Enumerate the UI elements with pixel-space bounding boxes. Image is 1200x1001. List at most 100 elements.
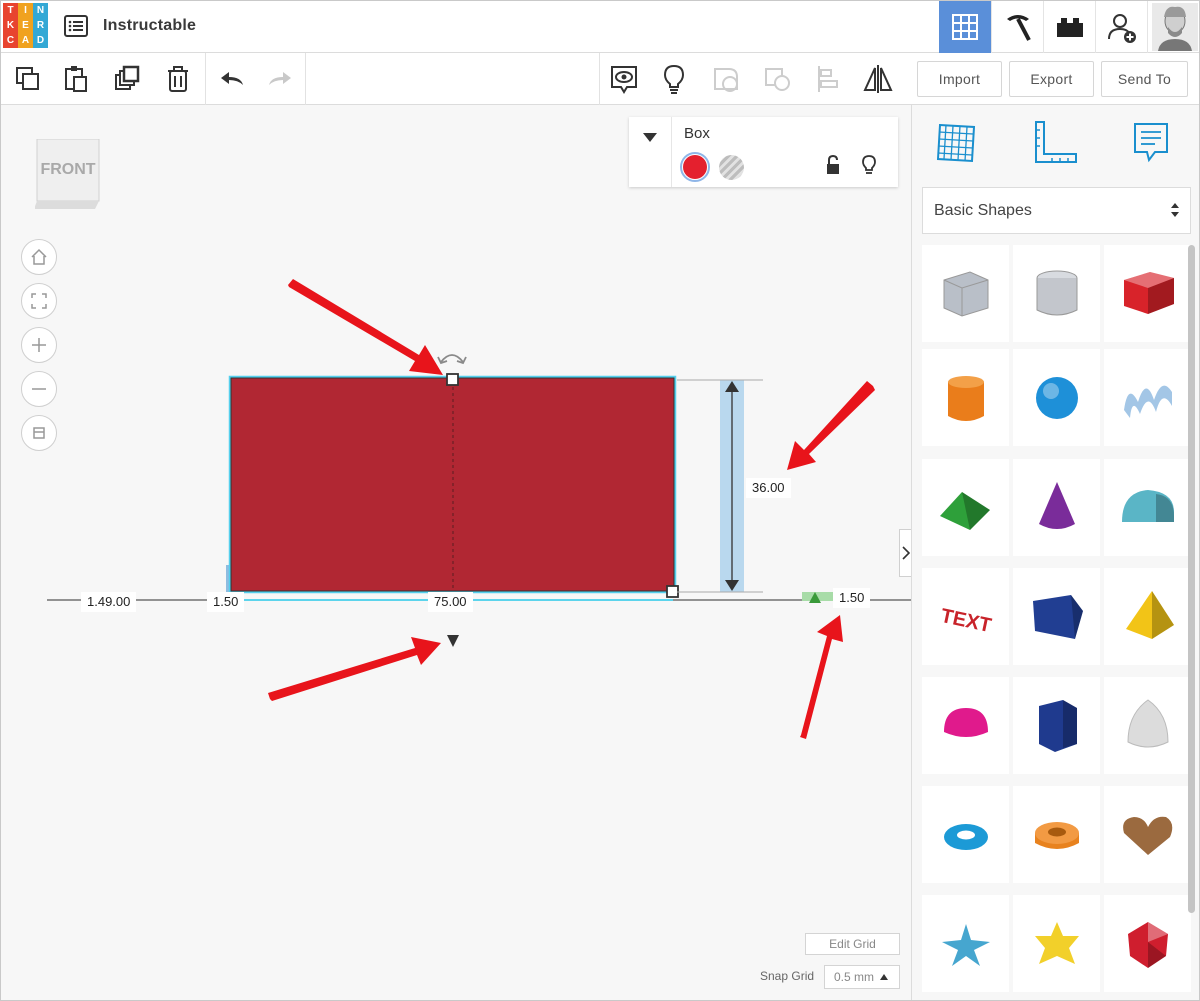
shape-category-value: Basic Shapes xyxy=(934,201,1032,219)
shape-tile-star[interactable] xyxy=(922,895,1009,992)
duplicate-button[interactable] xyxy=(103,53,153,105)
pickaxe-icon xyxy=(1006,15,1031,41)
move-down-marker xyxy=(447,635,459,647)
logo-letter: C xyxy=(3,33,18,48)
cylinder-hole-icon xyxy=(1036,270,1077,315)
grid-icon xyxy=(952,14,978,40)
shape-tile-star-six[interactable] xyxy=(1013,895,1100,992)
star-six-icon xyxy=(1034,921,1079,964)
import-button[interactable]: Import xyxy=(917,61,1002,97)
export-button[interactable]: Export xyxy=(1009,61,1094,97)
width-dimension-label[interactable]: 75.00 xyxy=(428,592,473,612)
design-title[interactable]: Instructable xyxy=(103,17,196,35)
top-bar: TINKERCAD Instructable xyxy=(1,1,1199,53)
heart-icon xyxy=(1122,816,1172,855)
shape-tile-icosahedron[interactable] xyxy=(1104,895,1191,992)
bricks-view-button[interactable] xyxy=(1043,1,1095,53)
collapse-shapes-panel-button[interactable] xyxy=(899,529,911,577)
shapes-panel-scrollbar[interactable] xyxy=(1188,245,1195,913)
shape-tile-torus[interactable] xyxy=(922,786,1009,883)
ungroup-icon xyxy=(765,68,790,91)
logo-letter: I xyxy=(18,3,33,18)
group-button[interactable] xyxy=(701,53,751,105)
shape-tile-polygon[interactable] xyxy=(1013,677,1100,774)
notes-light-button[interactable] xyxy=(649,53,699,105)
lightbulb-icon xyxy=(663,64,685,94)
shape-category-select[interactable]: Basic Shapes xyxy=(922,187,1191,234)
shape-tile-cone[interactable] xyxy=(1013,459,1100,556)
align-button[interactable] xyxy=(803,53,853,105)
avatar-portrait-icon xyxy=(1151,3,1198,51)
invite-user-button[interactable] xyxy=(1095,1,1147,53)
shape-tile-cylinder[interactable] xyxy=(922,349,1009,446)
tube-icon xyxy=(1034,821,1079,849)
logo-letter: R xyxy=(33,18,48,33)
tinkercad-logo[interactable]: TINKERCAD xyxy=(3,3,49,49)
box-hole-icon xyxy=(943,270,988,317)
logo-letter: T xyxy=(3,3,18,18)
left-gap-label[interactable]: 1.50 xyxy=(207,592,245,612)
duplicate-icon xyxy=(115,65,140,90)
polygon-icon xyxy=(1038,699,1077,752)
round-roof-icon xyxy=(1121,489,1174,522)
notes-tab[interactable] xyxy=(1121,115,1181,171)
snap-grid-value: 0.5 mm xyxy=(834,970,875,984)
copy-icon xyxy=(16,67,39,90)
mirror-icon xyxy=(863,65,893,93)
design-list-icon[interactable] xyxy=(63,14,89,38)
shape-tile-round-roof[interactable] xyxy=(1104,459,1191,556)
logo-letter: A xyxy=(18,33,33,48)
box-icon xyxy=(1123,271,1174,314)
shape-tile-roof[interactable] xyxy=(922,459,1009,556)
show-all-button[interactable] xyxy=(599,53,649,105)
group-icon xyxy=(714,68,738,92)
chevron-right-icon xyxy=(901,546,910,560)
trash-icon xyxy=(168,66,188,92)
shape-tile-paraboloid[interactable] xyxy=(1104,677,1191,774)
wedge-icon xyxy=(1032,594,1083,639)
workplane-tab[interactable] xyxy=(926,115,986,171)
height-dimension-label[interactable]: 36.00 xyxy=(746,478,791,498)
shape-tile-text[interactable]: TEXT xyxy=(922,568,1009,665)
snap-grid-label: Snap Grid xyxy=(760,969,815,983)
left-offset-label[interactable]: 1.49.00 xyxy=(81,592,137,612)
shape-tile-tube[interactable] xyxy=(1013,786,1100,883)
paste-icon xyxy=(65,66,87,92)
ruler-icon xyxy=(1035,121,1077,163)
eye-bubble-icon xyxy=(611,66,637,94)
elevation-label[interactable]: 1.50 xyxy=(833,588,871,608)
paste-button[interactable] xyxy=(51,53,101,105)
paraboloid-icon xyxy=(1126,698,1169,747)
shape-tile-box-hole[interactable] xyxy=(922,245,1009,342)
edit-grid-button[interactable]: Edit Grid xyxy=(805,933,900,955)
shape-tile-sphere[interactable] xyxy=(1013,349,1100,446)
3d-design-view-button[interactable] xyxy=(939,1,991,53)
shape-tile-cylinder-hole[interactable] xyxy=(1013,245,1100,342)
tinkercad-editor: TINKERCAD Instructable Import Export Sen… xyxy=(0,0,1200,1001)
logo-letter: D xyxy=(33,33,48,48)
ungroup-button[interactable] xyxy=(753,53,803,105)
roof-icon xyxy=(939,491,990,530)
profile-avatar[interactable] xyxy=(1147,1,1199,53)
shape-tile-pyramid[interactable] xyxy=(1104,568,1191,665)
shape-tile-box[interactable] xyxy=(1104,245,1191,342)
shape-tile-half-sphere[interactable] xyxy=(922,677,1009,774)
torus-icon xyxy=(943,823,988,850)
shape-tile-wedge[interactable] xyxy=(1013,568,1100,665)
icosahedron-icon xyxy=(1127,921,1168,968)
scribble-icon xyxy=(1123,385,1172,418)
import-export-bar: Import Export Send To xyxy=(911,53,1199,105)
copy-button[interactable] xyxy=(3,53,53,105)
grid-workplane-icon xyxy=(936,123,976,163)
shape-tile-scribble[interactable] xyxy=(1104,349,1191,446)
delete-button[interactable] xyxy=(153,53,203,105)
shape-tile-heart[interactable] xyxy=(1104,786,1191,883)
workplane-canvas[interactable]: FRONT Box 36.00 75.00 1.49.00 1.50 1.50 … xyxy=(1,105,911,1000)
pickaxe-view-button[interactable] xyxy=(991,1,1043,53)
snap-grid-select[interactable]: 0.5 mm xyxy=(824,965,900,989)
redo-button[interactable] xyxy=(255,53,305,105)
undo-button[interactable] xyxy=(207,53,257,105)
mirror-button[interactable] xyxy=(853,53,903,105)
send-to-button[interactable]: Send To xyxy=(1101,61,1188,97)
ruler-tab[interactable] xyxy=(1026,115,1086,171)
